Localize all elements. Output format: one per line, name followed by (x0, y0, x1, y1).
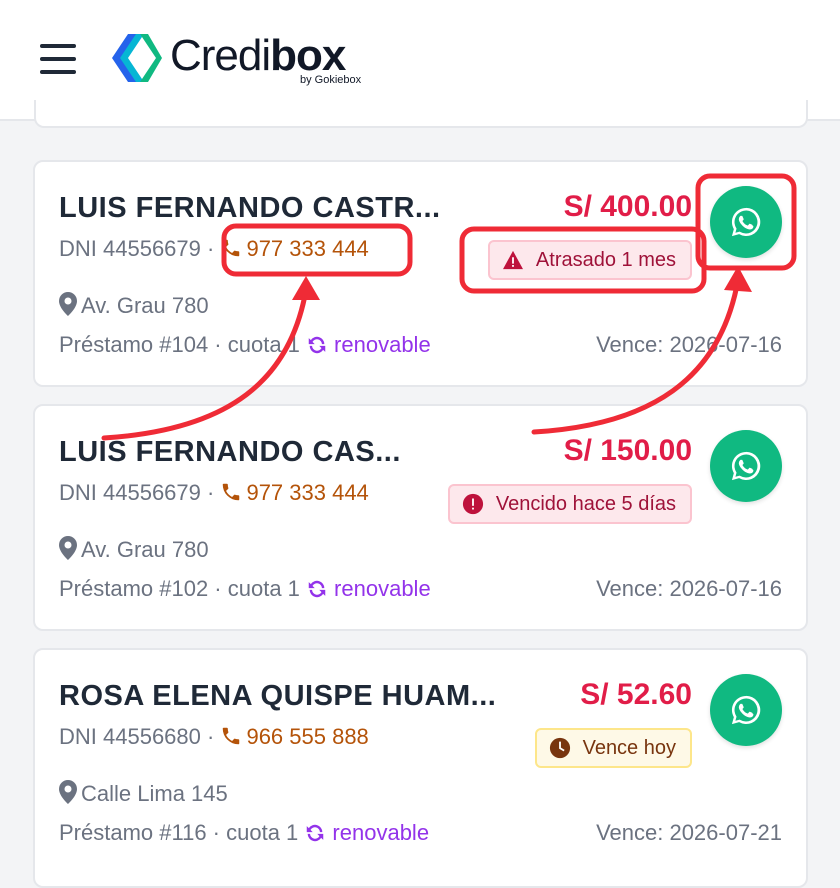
map-pin-icon (59, 536, 77, 560)
whatsapp-icon (731, 451, 761, 481)
loan-card[interactable]: ROSA ELENA QUISPE HUAM... S/ 52.60 DNI 4… (33, 648, 808, 888)
amount-due: S/ 150.00 (563, 434, 692, 467)
amount-due: S/ 52.60 (580, 678, 692, 711)
dni-text: DNI 44556679 (59, 236, 201, 261)
whatsapp-button[interactable] (710, 186, 782, 258)
whatsapp-icon (731, 207, 761, 237)
loan-card[interactable]: LUIS FERNANDO CASTR... S/ 400.00 DNI 445… (33, 160, 808, 387)
map-pin-icon (59, 292, 77, 316)
due-date: Vence: 2026-07-16 (596, 332, 782, 357)
loan-info: Préstamo #104 · cuota 1 renovable (59, 332, 431, 357)
client-info-line: DNI 44556680 · 966 555 888 (59, 724, 369, 749)
phone-link[interactable]: 966 555 888 (220, 724, 369, 749)
loan-card[interactable]: LUIS FERNANDO CAS... S/ 150.00 DNI 44556… (33, 404, 808, 631)
refresh-icon (308, 580, 326, 598)
brand-name: Credibox (170, 31, 346, 80)
menu-hamburger-icon[interactable] (40, 44, 76, 74)
phone-icon (223, 239, 240, 257)
dni-text: DNI 44556680 (59, 724, 201, 749)
status-badge: Vence hoy (534, 728, 692, 768)
phone-icon (223, 483, 240, 501)
status-badge: Atrasado 1 mes (487, 240, 692, 280)
amount-due: S/ 400.00 (563, 190, 692, 223)
loan-info: Préstamo #102 · cuota 1 renovable (59, 576, 431, 601)
address: Calle Lima 145 (59, 780, 228, 807)
renovable-link[interactable]: renovable (304, 820, 429, 845)
exclamation-circle-icon (462, 493, 483, 515)
refresh-icon (308, 336, 326, 354)
clock-icon (549, 737, 570, 759)
warning-triangle-icon (502, 250, 523, 270)
loan-info: Préstamo #116 · cuota 1 renovable (59, 820, 430, 845)
phone-link[interactable]: 977 333 444 (220, 236, 369, 261)
phone-link[interactable]: 977 333 444 (220, 480, 369, 505)
address: Av. Grau 780 (59, 536, 209, 563)
address: Av. Grau 780 (59, 292, 209, 319)
client-name: LUIS FERNANDO CAS... (59, 436, 401, 468)
client-info-line: DNI 44556679 · 977 333 444 (59, 236, 369, 261)
whatsapp-button[interactable] (710, 674, 782, 746)
renovable-link[interactable]: renovable (306, 332, 431, 357)
dni-text: DNI 44556679 (59, 480, 201, 505)
map-pin-icon (59, 780, 77, 804)
due-date: Vence: 2026-07-21 (596, 820, 782, 845)
client-name: LUIS FERNANDO CASTR... (59, 192, 441, 224)
credibox-logo-icon (112, 34, 162, 82)
phone-icon (223, 727, 240, 745)
refresh-icon (307, 824, 324, 842)
whatsapp-button[interactable] (710, 430, 782, 502)
previous-card-edge (34, 100, 808, 128)
client-name: ROSA ELENA QUISPE HUAM... (59, 680, 497, 712)
renovable-link[interactable]: renovable (306, 576, 431, 601)
client-info-line: DNI 44556679 · 977 333 444 (59, 480, 369, 505)
brand-subtitle: by Gokiebox (300, 74, 362, 86)
whatsapp-icon (731, 695, 761, 725)
due-date: Vence: 2026-07-16 (596, 576, 782, 601)
status-badge: Vencido hace 5 días (447, 484, 692, 524)
